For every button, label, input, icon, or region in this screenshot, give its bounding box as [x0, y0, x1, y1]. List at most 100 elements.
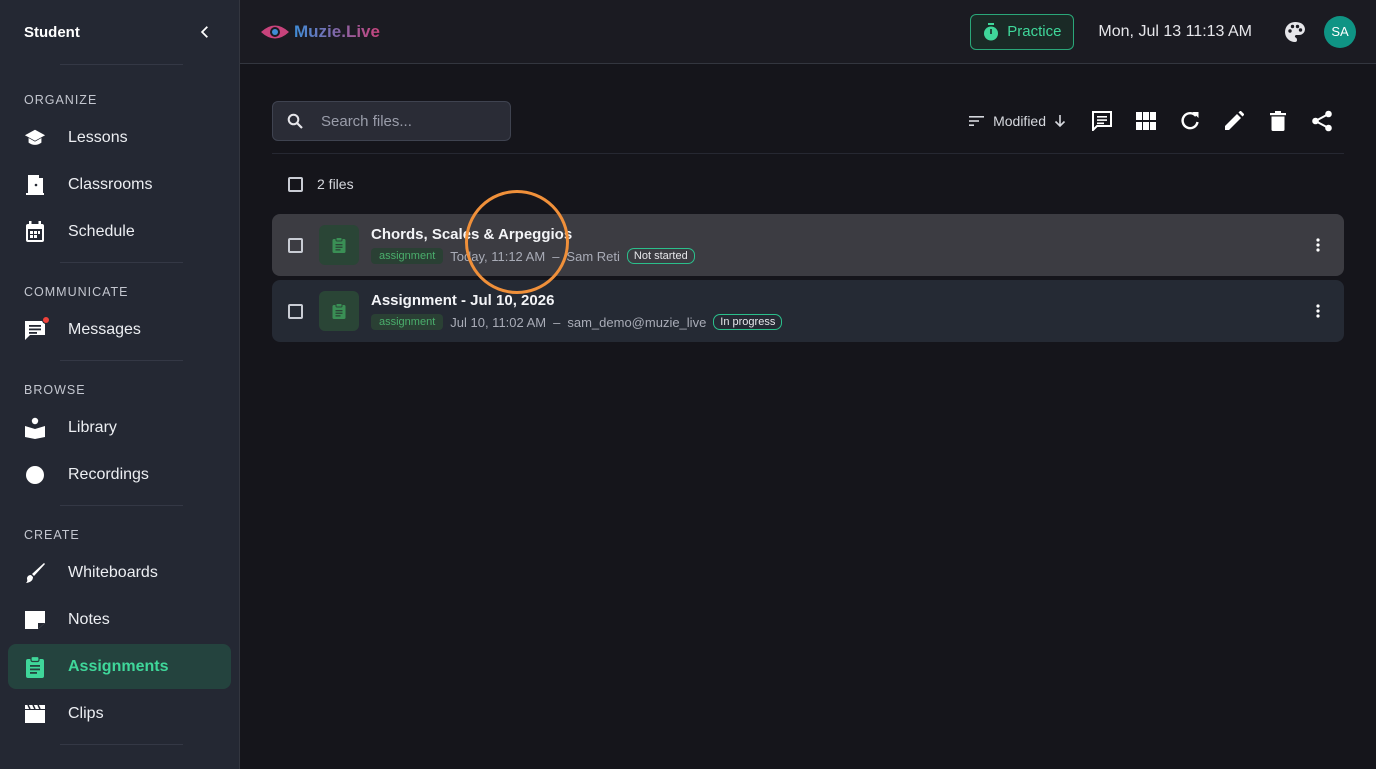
collapse-sidebar-button[interactable]: [195, 22, 215, 42]
assignment-file-icon: [319, 291, 359, 331]
top-bar: Muzie.Live Practice Mon, Jul 13 11:13 AM…: [240, 0, 1376, 64]
comments-button[interactable]: [1080, 101, 1124, 141]
status-badge: In progress: [713, 314, 783, 330]
file-name: Chords, Scales & Arpeggios: [371, 226, 573, 243]
file-type-tag: assignment: [371, 248, 444, 264]
divider: [60, 360, 183, 361]
sidebar-title: Student: [24, 23, 80, 41]
more-vertical-icon: [1316, 238, 1320, 252]
clipboard-icon: [24, 655, 46, 678]
file-owner: sam_demo@muzie_live: [567, 314, 707, 330]
brush-icon: [24, 562, 46, 584]
grid-icon: [1136, 112, 1156, 130]
clipboard-icon: [332, 237, 346, 253]
select-all-row: 2 files: [288, 176, 354, 192]
library-icon: [24, 417, 46, 439]
avatar[interactable]: SA: [1324, 15, 1356, 48]
sort-icon: [969, 116, 985, 126]
sidebar-item-label: Messages: [68, 320, 141, 338]
door-icon: [24, 174, 46, 196]
more-vertical-icon: [1316, 304, 1320, 318]
file-type-tag: assignment: [371, 314, 444, 330]
section-label-browse: BROWSE: [24, 383, 86, 397]
arrow-down-icon: [1054, 115, 1066, 128]
main-content: Modified 2 files: [240, 64, 1376, 769]
file-date: Jul 10, 11:02 AM: [450, 314, 547, 330]
divider: [60, 262, 183, 263]
comment-icon: [1092, 111, 1112, 131]
sidebar-item-label: Assignments: [68, 657, 169, 675]
sidebar-item-clips[interactable]: Clips: [8, 691, 231, 736]
sidebar-item-label: Lessons: [68, 128, 128, 146]
chevron-left-icon: [200, 26, 208, 38]
file-row[interactable]: Assignment - Jul 10, 2026 assignment Jul…: [272, 280, 1344, 342]
stopwatch-icon: [984, 22, 999, 40]
section-label-communicate: COMMUNICATE: [24, 285, 129, 299]
theme-palette-button[interactable]: [1284, 21, 1306, 43]
clapperboard-icon: [24, 703, 46, 725]
file-count: 2 files: [317, 176, 354, 192]
sidebar-item-label: Library: [68, 418, 117, 436]
file-toolbar: Modified: [272, 101, 1344, 141]
sidebar-item-label: Whiteboards: [68, 563, 158, 581]
section-label-organize: ORGANIZE: [24, 93, 98, 107]
file-owner: Sam Reti: [566, 248, 620, 264]
sidebar-item-label: Classrooms: [68, 175, 153, 193]
practice-label: Practice: [1007, 23, 1062, 40]
sidebar-item-classrooms[interactable]: Classrooms: [8, 162, 231, 207]
share-button[interactable]: [1300, 101, 1344, 141]
sort-label: Modified: [993, 113, 1046, 129]
row-menu-button[interactable]: [1308, 235, 1328, 255]
sidebar-item-notes[interactable]: Notes: [8, 597, 231, 642]
assignment-file-icon: [319, 225, 359, 265]
practice-button[interactable]: Practice: [970, 13, 1075, 50]
current-datetime: Mon, Jul 13 11:13 AM: [1098, 22, 1252, 40]
row-checkbox[interactable]: [288, 237, 303, 253]
sidebar-header: Student: [0, 0, 239, 64]
sidebar-item-schedule[interactable]: Schedule: [8, 209, 231, 254]
divider: [60, 64, 183, 65]
sidebar-item-label: Schedule: [68, 222, 135, 240]
brand-name: Muzie.Live: [294, 21, 380, 41]
file-row[interactable]: Chords, Scales & Arpeggios assignment To…: [272, 214, 1344, 276]
sidebar-item-lessons[interactable]: Lessons: [8, 115, 231, 160]
grid-view-button[interactable]: [1124, 101, 1168, 141]
meta-separator: –: [553, 314, 561, 330]
sidebar-item-label: Clips: [68, 704, 104, 722]
section-label-create: CREATE: [24, 528, 80, 542]
sidebar-item-assignments[interactable]: Assignments: [8, 644, 231, 689]
note-icon: [24, 609, 46, 631]
refresh-icon: [1181, 111, 1199, 130]
meta-separator: –: [552, 248, 560, 264]
clipboard-icon: [332, 303, 346, 319]
brand-logo[interactable]: Muzie.Live: [260, 22, 380, 42]
row-menu-button[interactable]: [1308, 301, 1328, 321]
refresh-button[interactable]: [1168, 101, 1212, 141]
row-checkbox[interactable]: [288, 303, 303, 319]
pencil-icon: [1225, 111, 1244, 130]
palette-icon: [1285, 21, 1305, 42]
delete-button[interactable]: [1256, 101, 1300, 141]
sidebar-item-label: Notes: [68, 610, 110, 628]
search-box[interactable]: [272, 101, 511, 141]
sort-button[interactable]: Modified: [969, 113, 1066, 129]
search-icon: [287, 113, 303, 129]
file-name: Assignment - Jul 10, 2026: [371, 292, 555, 309]
search-input[interactable]: [321, 112, 481, 130]
divider: [60, 505, 183, 506]
graduation-cap-icon: [24, 127, 46, 149]
record-icon: [24, 464, 46, 486]
sidebar-item-recordings[interactable]: Recordings: [8, 452, 231, 497]
notification-dot: [42, 315, 50, 324]
sidebar-item-library[interactable]: Library: [8, 405, 231, 450]
calendar-icon: [24, 220, 46, 243]
divider: [272, 153, 1344, 154]
sidebar-item-messages[interactable]: Messages: [8, 307, 231, 352]
trash-icon: [1270, 111, 1286, 131]
edit-button[interactable]: [1212, 101, 1256, 141]
select-all-checkbox[interactable]: [288, 176, 303, 192]
sidebar-item-whiteboards[interactable]: Whiteboards: [8, 550, 231, 595]
share-icon: [1312, 110, 1332, 132]
sidebar: Student ORGANIZE Lessons Classrooms Sche…: [0, 0, 240, 769]
message-icon: [24, 315, 50, 341]
